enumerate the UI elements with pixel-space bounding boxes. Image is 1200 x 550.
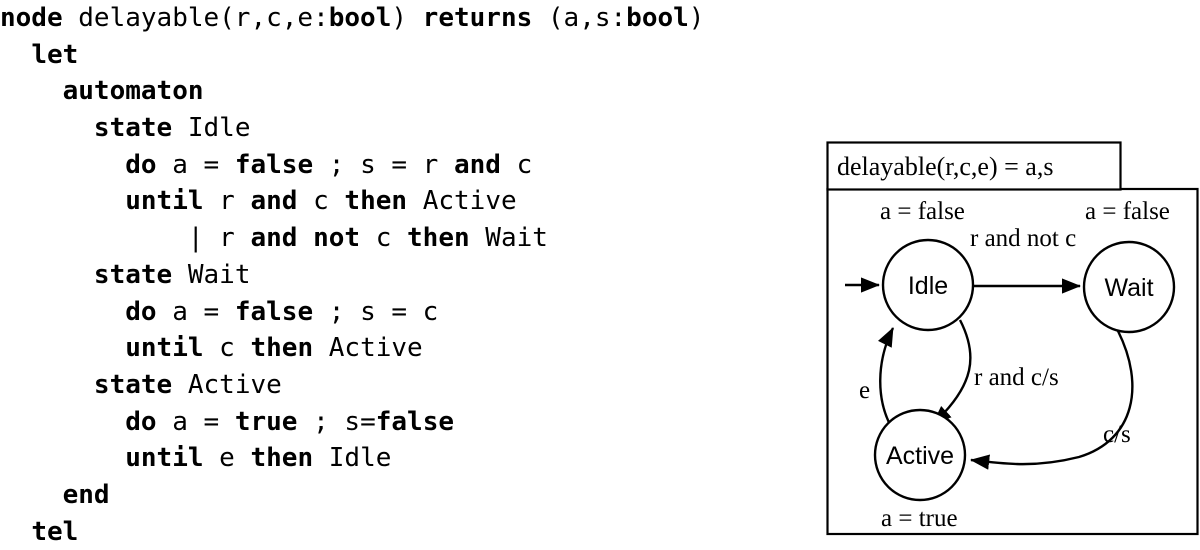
code-keyword: then [250,333,314,364]
figure-root: node delayable(r,c,e:bool) returns (a,s:… [0,0,1200,547]
code-keyword: false [234,296,314,327]
transition-label-idle-active: r and c/s [974,364,1059,391]
code-identifier: c [297,186,345,217]
code-identifier: Wait [172,259,251,290]
code-keyword: end [62,479,110,510]
code-line: let [0,37,790,74]
code-keyword: then [344,186,408,217]
code-identifier: e [203,443,251,474]
code-keyword: tel [31,516,79,547]
code-line: until r and c then Active [0,183,790,220]
code-identifier: ; s= [297,406,376,437]
code-line: node delayable(r,c,e:bool) returns (a,s:… [0,0,790,37]
code-keyword: state [93,369,173,400]
code-identifier: (a,s: [532,3,627,33]
state-label-active: Active [886,442,954,470]
state-label-wait: Wait [1104,274,1153,302]
code-identifier: c [500,149,533,180]
code-line: do a = false ; s = r and c [0,147,790,184]
code-keyword: true [234,406,298,437]
code-line: until e then Idle [0,440,790,477]
code-identifier: ) [688,3,705,33]
code-keyword: until [125,443,204,474]
code-keyword: bool [328,3,392,33]
code-line: state Active [0,367,790,404]
transition-label-idle-wait: r and not c [970,225,1076,252]
code-identifier: Active [313,333,423,364]
code-identifier: a = [156,296,235,327]
code-keyword: then [250,443,314,474]
code-identifier [297,223,313,253]
code-keyword: do [125,406,157,437]
code-identifier: Wait [469,223,548,254]
code-line: state Idle [0,110,790,147]
code-keyword: and [250,186,298,217]
active-action-label: a = true [881,505,958,532]
code-keyword: until [125,333,204,364]
automaton-diagram: delayable(r,c,e) = a,s a = false a = fal… [815,130,1200,538]
idle-action-label: a = false [880,198,965,225]
code-line: do a = false ; s = c [0,294,790,331]
code-identifier: a = [156,406,235,437]
code-line: end [0,477,790,514]
code-line: automaton [0,73,790,110]
code-line: | r and not c then Wait [0,220,790,257]
code-keyword: let [31,39,79,70]
code-line: state Wait [0,257,790,294]
code-keyword: false [234,149,314,180]
code-keyword: node [0,3,63,33]
code-keyword: not [313,223,361,254]
code-identifier: Idle [313,443,392,474]
code-identifier: r [203,186,251,217]
code-identifier: | r [187,223,251,254]
code-identifier: Active [172,369,282,400]
code-keyword: and [454,149,501,180]
source-code-listing: node delayable(r,c,e:bool) returns (a,s:… [0,0,790,547]
wait-action-label: a = false [1085,198,1170,225]
code-line: until c then Active [0,330,790,367]
code-keyword: until [125,186,204,217]
code-line: tel [0,514,790,550]
code-keyword: and [250,223,298,254]
code-identifier: ) [391,3,423,33]
state-label-idle: Idle [908,272,948,300]
code-keyword: false [375,406,455,437]
code-keyword: state [93,259,173,290]
code-identifier: c [360,223,408,254]
code-keyword: do [125,149,157,180]
code-identifier: ; s = c [313,296,439,327]
code-keyword: do [125,296,157,327]
diagram-title: delayable(r,c,e) = a,s [837,152,1053,181]
code-identifier: Idle [172,113,251,144]
code-keyword: state [93,113,173,144]
code-identifier: c [203,333,251,364]
code-identifier: delayable(r,c,e: [62,3,329,33]
transition-label-active-idle: e [859,377,870,404]
code-keyword: returns [422,3,533,33]
code-identifier: ; s = r [313,149,454,180]
code-line: do a = true ; s=false [0,404,790,441]
code-keyword: bool [626,3,689,33]
code-keyword: automaton [62,76,204,107]
code-keyword: then [407,223,470,254]
code-identifier: a = [156,149,235,180]
code-identifier: Active [407,186,517,217]
